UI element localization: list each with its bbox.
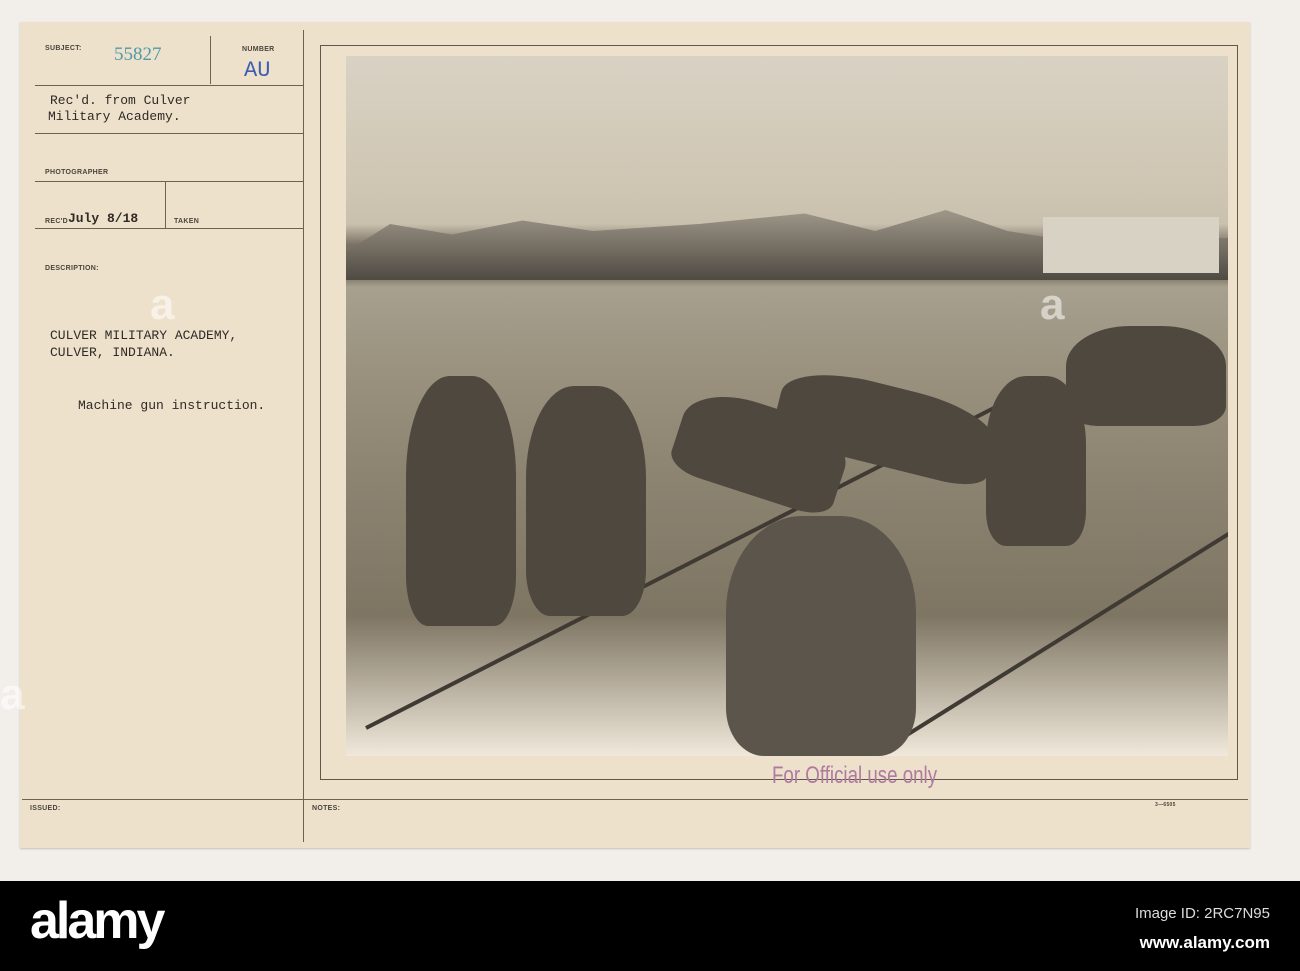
received-from-line1: Rec'd. from Culver (50, 93, 191, 108)
column-divider (303, 30, 304, 842)
rule (35, 228, 303, 229)
image-id: Image ID: 2RC7N95 (1134, 905, 1270, 922)
recd-label: REC'D (45, 218, 68, 225)
soldier-with-binoculars (726, 516, 916, 756)
number-value: AU (244, 58, 271, 83)
issued-label: ISSUED: (30, 805, 61, 812)
soldier (406, 376, 516, 626)
taken-label: TAKEN (174, 218, 200, 225)
description-line1: CULVER MILITARY ACADEMY, (50, 328, 238, 343)
caption: Machine gun instruction. (78, 398, 266, 413)
soldier (1066, 326, 1226, 426)
description-label: DESCRIPTION: (45, 265, 99, 272)
watermark-logo: a (0, 670, 25, 719)
form-code: 3—6505 (1155, 802, 1176, 808)
watermark-bar: alamy Image ID: 2RC7N95 www.alamy.com (0, 881, 1300, 971)
photograph-machine-gun-instruction (346, 56, 1228, 756)
notes-label: NOTES: (312, 805, 341, 812)
number-label: NUMBER (242, 46, 275, 53)
received-from-line2: Military Academy. (48, 109, 181, 124)
subject-number: 55827 (114, 44, 162, 65)
rule (35, 85, 303, 86)
academy-building (1042, 217, 1220, 273)
official-use-stamp: For Official use only (772, 762, 938, 789)
rule (35, 133, 303, 134)
alamy-url: www.alamy.com (1139, 933, 1270, 952)
description-line2: CULVER, INDIANA. (50, 345, 175, 360)
rule (35, 181, 303, 182)
soldier (526, 386, 646, 616)
photographer-label: PHOTOGRAPHER (45, 169, 109, 176)
watermark-logo: a (150, 280, 175, 329)
rail (884, 523, 1228, 750)
taken-divider (165, 181, 166, 228)
alamy-logo: alamy (30, 892, 165, 950)
recd-date: July 8/18 (68, 211, 139, 226)
subject-label: SUBJECT: (45, 45, 82, 52)
watermark-logo: a (1040, 280, 1065, 329)
bottom-rule (22, 799, 1248, 800)
subject-divider (210, 36, 211, 84)
